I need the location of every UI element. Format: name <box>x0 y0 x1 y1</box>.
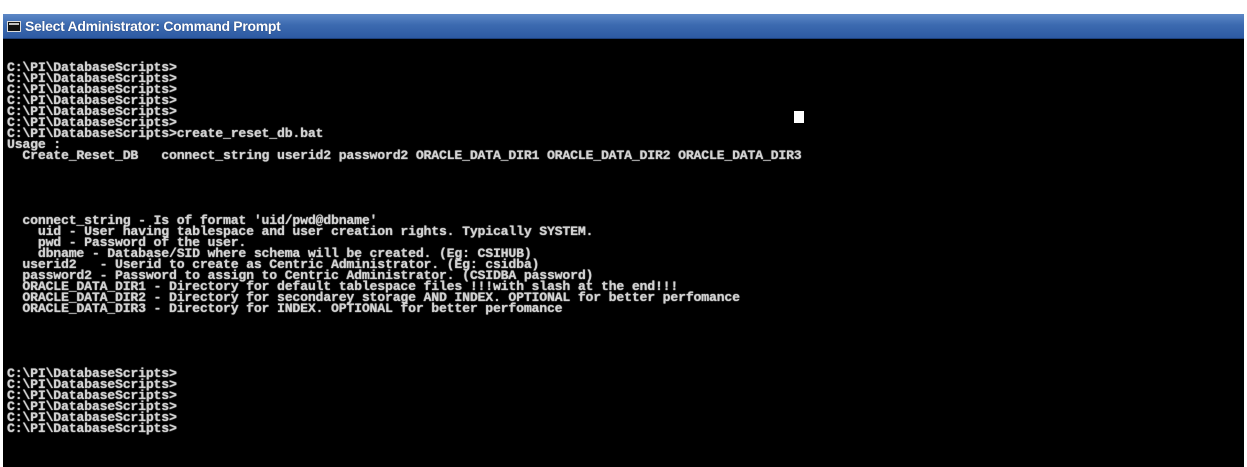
console-line: C:\PI\DatabaseScripts>create_reset_db.ba… <box>7 126 324 141</box>
console-line: Create_Reset_DB connect_string userid2 p… <box>7 148 802 163</box>
console-line: C:\PI\DatabaseScripts> <box>7 71 177 86</box>
console-block-bottom: C:\PI\DatabaseScripts> C:\PI\DatabaseScri… <box>7 366 1244 436</box>
console-line: C:\PI\DatabaseScripts> <box>7 60 177 75</box>
command-prompt-window[interactable]: Select Administrator: Command Prompt C:\… <box>3 14 1244 467</box>
console-line: C:\PI\DatabaseScripts> <box>7 366 177 381</box>
console-line: C:\PI\DatabaseScripts> <box>7 93 177 108</box>
console-block-top: C:\PI\DatabaseScripts> C:\PI\DatabaseScri… <box>7 60 1244 163</box>
window-title: Select Administrator: Command Prompt <box>25 18 281 34</box>
text-cursor <box>794 111 804 123</box>
console-line: C:\PI\DatabaseScripts> <box>7 388 177 403</box>
console-line: C:\PI\DatabaseScripts> <box>7 82 177 97</box>
title-bar[interactable]: Select Administrator: Command Prompt <box>3 14 1244 39</box>
console-line: C:\PI\DatabaseScripts> <box>7 377 177 392</box>
console-line: C:\PI\DatabaseScripts> <box>7 421 177 436</box>
console-output[interactable]: C:\PI\DatabaseScripts> C:\PI\DatabaseScri… <box>7 40 1244 467</box>
console-line: C:\PI\DatabaseScripts> <box>7 399 177 414</box>
console-block-usage: connect_string - Is of format 'uid/pwd@d… <box>7 214 1244 315</box>
console-line: C:\PI\DatabaseScripts> <box>7 410 177 425</box>
console-line: C:\PI\DatabaseScripts> <box>7 104 177 119</box>
cmd-icon[interactable] <box>7 20 21 32</box>
